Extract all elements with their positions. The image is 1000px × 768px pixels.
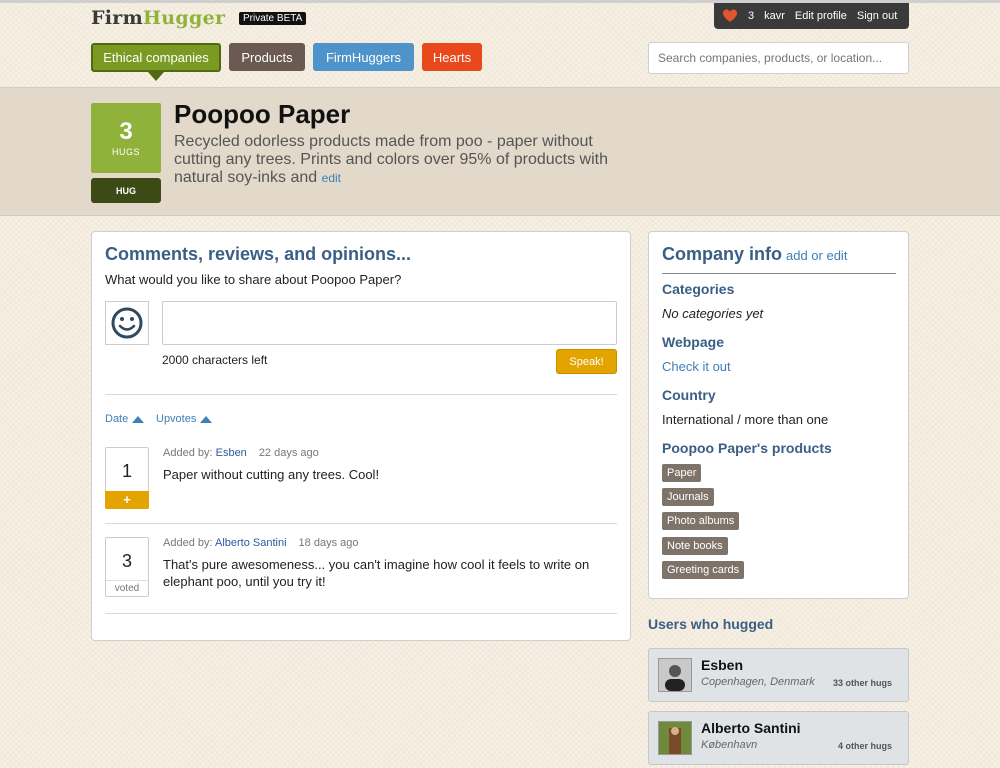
- search-input[interactable]: [648, 42, 909, 74]
- heart-count: 3: [748, 10, 755, 22]
- company-description: Recycled odorless products made from poo…: [174, 133, 644, 187]
- company-info-panel: Company info add or edit Categories No ca…: [648, 231, 909, 599]
- sort-date-label: Date: [105, 413, 129, 425]
- webpage-heading: Webpage: [662, 334, 724, 350]
- sort-up-icon: [132, 415, 145, 423]
- vote-box: 1 +: [105, 447, 149, 509]
- added-by-label: Added by:: [163, 447, 213, 459]
- comments-panel: Comments, reviews, and opinions... What …: [91, 231, 631, 641]
- nav-products[interactable]: Products: [229, 43, 305, 71]
- nav-hearts[interactable]: Hearts: [422, 43, 482, 71]
- added-by-label: Added by:: [163, 537, 213, 549]
- comment-meta: Added by: Esben 22 days ago: [163, 447, 319, 459]
- user-card[interactable]: Esben Copenhagen, Denmark 33 other hugs: [648, 648, 909, 702]
- username-link[interactable]: kavr: [764, 10, 785, 22]
- sort-upvotes-label: Upvotes: [156, 413, 197, 425]
- divider: [662, 273, 896, 274]
- product-tag[interactable]: Paper: [662, 464, 702, 482]
- comments-question: What would you like to share about Poopo…: [105, 272, 402, 287]
- smiley-icon: [111, 307, 143, 339]
- user-name: Esben: [701, 657, 744, 673]
- other-hugs: 4 other hugs: [837, 741, 892, 751]
- users-hugged-title: Users who hugged: [648, 616, 774, 632]
- user-location: København: [701, 739, 758, 751]
- divider: [105, 613, 617, 614]
- add-or-edit-link[interactable]: add or edit: [786, 248, 847, 263]
- webpage-link[interactable]: Check it out: [662, 359, 731, 374]
- comment-time: 22 days ago: [258, 447, 319, 459]
- user-box: 3 kavr Edit profile Sign out: [714, 3, 909, 29]
- company-name: Poopoo Paper: [174, 99, 351, 129]
- vote-box: 3 voted: [105, 537, 149, 597]
- comment-time: 18 days ago: [298, 537, 359, 549]
- hugs-label: HUGS: [111, 147, 140, 157]
- categories-value: No categories yet: [662, 306, 764, 321]
- product-tag[interactable]: Journals: [662, 488, 714, 506]
- speak-button[interactable]: Speak!: [556, 349, 617, 374]
- company-info-title: Company info add or edit: [662, 244, 847, 265]
- country-value: International / more than one: [662, 412, 829, 427]
- comments-title: Comments, reviews, and opinions...: [105, 244, 412, 264]
- divider: [105, 523, 617, 524]
- products-heading: Poopoo Paper's products: [662, 440, 832, 456]
- hugs-counter: 3 HUGS: [91, 103, 161, 173]
- upvote-button[interactable]: +: [105, 491, 149, 509]
- sign-out-link[interactable]: Sign out: [857, 10, 897, 22]
- characters-left: 2000 characters left: [162, 353, 268, 367]
- vote-count: 1: [121, 461, 132, 481]
- product-tag[interactable]: Photo albums: [662, 512, 740, 530]
- user-location: Copenhagen, Denmark: [701, 676, 815, 688]
- comment-text: Paper without cutting any trees. Cool!: [163, 467, 380, 482]
- product-tag[interactable]: Greeting cards: [662, 561, 745, 579]
- company-info-heading: Company info: [662, 244, 782, 264]
- comment-author[interactable]: Alberto Santini: [215, 537, 287, 549]
- top-bar: FirmHugger Private BETA 3 kavr Edit prof…: [0, 0, 1000, 88]
- comment-author[interactable]: Esben: [216, 447, 247, 459]
- user-card[interactable]: Alberto Santini København 4 other hugs: [648, 711, 909, 765]
- nav-ethical-companies[interactable]: Ethical companies: [91, 43, 221, 81]
- sort-up-icon: [200, 415, 213, 423]
- logo-hugger: Hugger: [143, 7, 226, 29]
- comment-meta: Added by: Alberto Santini 18 days ago: [163, 537, 358, 549]
- beta-badge: Private BETA: [239, 12, 307, 25]
- country-heading: Country: [662, 387, 716, 403]
- edit-profile-link[interactable]: Edit profile: [795, 10, 847, 22]
- voted-label: voted: [106, 580, 148, 596]
- categories-heading: Categories: [662, 281, 735, 297]
- sort-date[interactable]: Date: [105, 413, 145, 425]
- product-tag[interactable]: Note books: [662, 537, 728, 555]
- avatar: [658, 658, 692, 692]
- edit-description-link[interactable]: edit: [322, 171, 341, 185]
- avatar: [658, 721, 692, 755]
- logo[interactable]: FirmHugger: [91, 7, 225, 29]
- description-text: Recycled odorless products made from poo…: [174, 133, 608, 186]
- divider: [105, 394, 617, 395]
- sort-upvotes[interactable]: Upvotes: [156, 413, 213, 425]
- comment-textarea[interactable]: [162, 301, 617, 345]
- heart-icon[interactable]: [722, 8, 738, 24]
- user-name: Alberto Santini: [701, 720, 801, 736]
- other-hugs: 33 other hugs: [832, 678, 892, 688]
- hugs-count: 3: [119, 118, 133, 145]
- vote-count: 3: [121, 551, 132, 571]
- comment-text: That's pure awesomeness... you can't ima…: [163, 557, 590, 589]
- nav-firmhuggers[interactable]: FirmHuggers: [313, 43, 414, 71]
- logo-firm: Firm: [91, 7, 144, 29]
- hug-button[interactable]: HUG: [91, 178, 161, 203]
- avatar: [105, 301, 149, 345]
